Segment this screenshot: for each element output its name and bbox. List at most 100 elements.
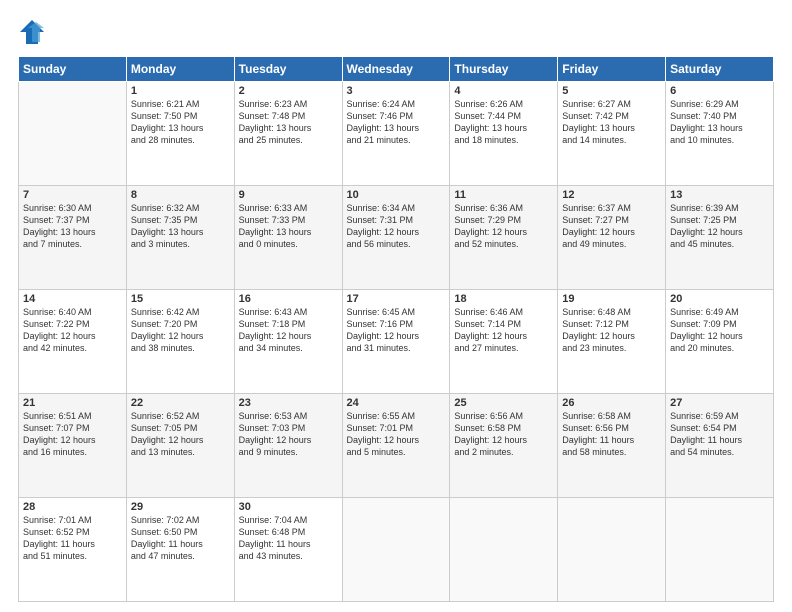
info-line: Daylight: 12 hours	[131, 331, 204, 341]
table-row	[558, 498, 666, 602]
info-line: Sunrise: 6:51 AM	[23, 411, 92, 421]
info-line: and 58 minutes.	[562, 447, 626, 457]
info-line: Sunset: 7:42 PM	[562, 111, 629, 121]
day-info: Sunrise: 6:29 AMSunset: 7:40 PMDaylight:…	[670, 98, 769, 147]
info-line: and 34 minutes.	[239, 343, 303, 353]
day-number: 4	[454, 85, 553, 97]
day-info: Sunrise: 7:02 AMSunset: 6:50 PMDaylight:…	[131, 514, 230, 563]
table-row: 15Sunrise: 6:42 AMSunset: 7:20 PMDayligh…	[126, 290, 234, 394]
day-number: 27	[670, 397, 769, 409]
day-number: 10	[347, 189, 446, 201]
info-line: Daylight: 13 hours	[239, 227, 312, 237]
day-info: Sunrise: 6:45 AMSunset: 7:16 PMDaylight:…	[347, 306, 446, 355]
info-line: Sunrise: 6:32 AM	[131, 203, 200, 213]
info-line: Sunset: 7:16 PM	[347, 319, 414, 329]
info-line: Daylight: 13 hours	[131, 123, 204, 133]
info-line: Sunrise: 6:21 AM	[131, 99, 200, 109]
day-info: Sunrise: 6:21 AMSunset: 7:50 PMDaylight:…	[131, 98, 230, 147]
info-line: Sunrise: 6:24 AM	[347, 99, 416, 109]
calendar-week-row: 21Sunrise: 6:51 AMSunset: 7:07 PMDayligh…	[19, 394, 774, 498]
table-row: 29Sunrise: 7:02 AMSunset: 6:50 PMDayligh…	[126, 498, 234, 602]
table-row: 23Sunrise: 6:53 AMSunset: 7:03 PMDayligh…	[234, 394, 342, 498]
info-line: Sunrise: 6:52 AM	[131, 411, 200, 421]
table-row	[450, 498, 558, 602]
day-info: Sunrise: 6:58 AMSunset: 6:56 PMDaylight:…	[562, 410, 661, 459]
info-line: Sunrise: 6:37 AM	[562, 203, 631, 213]
info-line: Daylight: 11 hours	[562, 435, 634, 445]
info-line: and 5 minutes.	[347, 447, 406, 457]
info-line: and 54 minutes.	[670, 447, 734, 457]
info-line: Sunrise: 6:49 AM	[670, 307, 739, 317]
day-number: 12	[562, 189, 661, 201]
info-line: Sunrise: 6:58 AM	[562, 411, 631, 421]
table-row: 11Sunrise: 6:36 AMSunset: 7:29 PMDayligh…	[450, 186, 558, 290]
info-line: and 21 minutes.	[347, 135, 411, 145]
info-line: Sunset: 7:27 PM	[562, 215, 629, 225]
day-number: 29	[131, 501, 230, 513]
info-line: Sunset: 7:33 PM	[239, 215, 306, 225]
day-number: 23	[239, 397, 338, 409]
logo	[18, 18, 50, 46]
calendar-table: Sunday Monday Tuesday Wednesday Thursday…	[18, 56, 774, 602]
info-line: and 10 minutes.	[670, 135, 734, 145]
info-line: Sunset: 7:14 PM	[454, 319, 521, 329]
day-info: Sunrise: 6:55 AMSunset: 7:01 PMDaylight:…	[347, 410, 446, 459]
day-info: Sunrise: 6:51 AMSunset: 7:07 PMDaylight:…	[23, 410, 122, 459]
table-row: 5Sunrise: 6:27 AMSunset: 7:42 PMDaylight…	[558, 82, 666, 186]
info-line: Daylight: 13 hours	[131, 227, 204, 237]
info-line: Daylight: 13 hours	[23, 227, 96, 237]
day-info: Sunrise: 6:37 AMSunset: 7:27 PMDaylight:…	[562, 202, 661, 251]
info-line: Sunset: 6:52 PM	[23, 527, 90, 537]
col-friday: Friday	[558, 57, 666, 82]
day-number: 19	[562, 293, 661, 305]
table-row: 1Sunrise: 6:21 AMSunset: 7:50 PMDaylight…	[126, 82, 234, 186]
info-line: and 7 minutes.	[23, 239, 82, 249]
table-row	[19, 82, 127, 186]
info-line: and 3 minutes.	[131, 239, 190, 249]
day-number: 17	[347, 293, 446, 305]
table-row: 27Sunrise: 6:59 AMSunset: 6:54 PMDayligh…	[666, 394, 774, 498]
col-sunday: Sunday	[19, 57, 127, 82]
info-line: Sunrise: 6:30 AM	[23, 203, 92, 213]
info-line: Sunset: 6:58 PM	[454, 423, 521, 433]
day-info: Sunrise: 7:04 AMSunset: 6:48 PMDaylight:…	[239, 514, 338, 563]
info-line: Daylight: 12 hours	[347, 435, 420, 445]
day-info: Sunrise: 6:39 AMSunset: 7:25 PMDaylight:…	[670, 202, 769, 251]
table-row: 28Sunrise: 7:01 AMSunset: 6:52 PMDayligh…	[19, 498, 127, 602]
info-line: Daylight: 13 hours	[347, 123, 420, 133]
info-line: Sunset: 7:25 PM	[670, 215, 737, 225]
info-line: Sunset: 7:46 PM	[347, 111, 414, 121]
info-line: Daylight: 12 hours	[23, 331, 96, 341]
info-line: Daylight: 12 hours	[670, 331, 743, 341]
table-row: 21Sunrise: 6:51 AMSunset: 7:07 PMDayligh…	[19, 394, 127, 498]
info-line: Daylight: 12 hours	[131, 435, 204, 445]
info-line: and 47 minutes.	[131, 551, 195, 561]
table-row: 30Sunrise: 7:04 AMSunset: 6:48 PMDayligh…	[234, 498, 342, 602]
info-line: Sunrise: 6:26 AM	[454, 99, 523, 109]
day-number: 24	[347, 397, 446, 409]
info-line: and 9 minutes.	[239, 447, 298, 457]
info-line: and 23 minutes.	[562, 343, 626, 353]
info-line: and 42 minutes.	[23, 343, 87, 353]
info-line: Daylight: 11 hours	[131, 539, 203, 549]
day-number: 28	[23, 501, 122, 513]
info-line: and 38 minutes.	[131, 343, 195, 353]
table-row: 26Sunrise: 6:58 AMSunset: 6:56 PMDayligh…	[558, 394, 666, 498]
info-line: Sunset: 7:29 PM	[454, 215, 521, 225]
info-line: Daylight: 12 hours	[562, 331, 635, 341]
day-info: Sunrise: 6:23 AMSunset: 7:48 PMDaylight:…	[239, 98, 338, 147]
info-line: Sunset: 7:44 PM	[454, 111, 521, 121]
table-row: 14Sunrise: 6:40 AMSunset: 7:22 PMDayligh…	[19, 290, 127, 394]
day-info: Sunrise: 6:59 AMSunset: 6:54 PMDaylight:…	[670, 410, 769, 459]
info-line: and 2 minutes.	[454, 447, 513, 457]
day-number: 15	[131, 293, 230, 305]
info-line: Sunset: 7:31 PM	[347, 215, 414, 225]
info-line: Daylight: 12 hours	[23, 435, 96, 445]
day-info: Sunrise: 7:01 AMSunset: 6:52 PMDaylight:…	[23, 514, 122, 563]
day-info: Sunrise: 6:56 AMSunset: 6:58 PMDaylight:…	[454, 410, 553, 459]
info-line: Sunset: 7:20 PM	[131, 319, 198, 329]
info-line: and 56 minutes.	[347, 239, 411, 249]
day-number: 22	[131, 397, 230, 409]
info-line: Daylight: 12 hours	[670, 227, 743, 237]
table-row: 9Sunrise: 6:33 AMSunset: 7:33 PMDaylight…	[234, 186, 342, 290]
